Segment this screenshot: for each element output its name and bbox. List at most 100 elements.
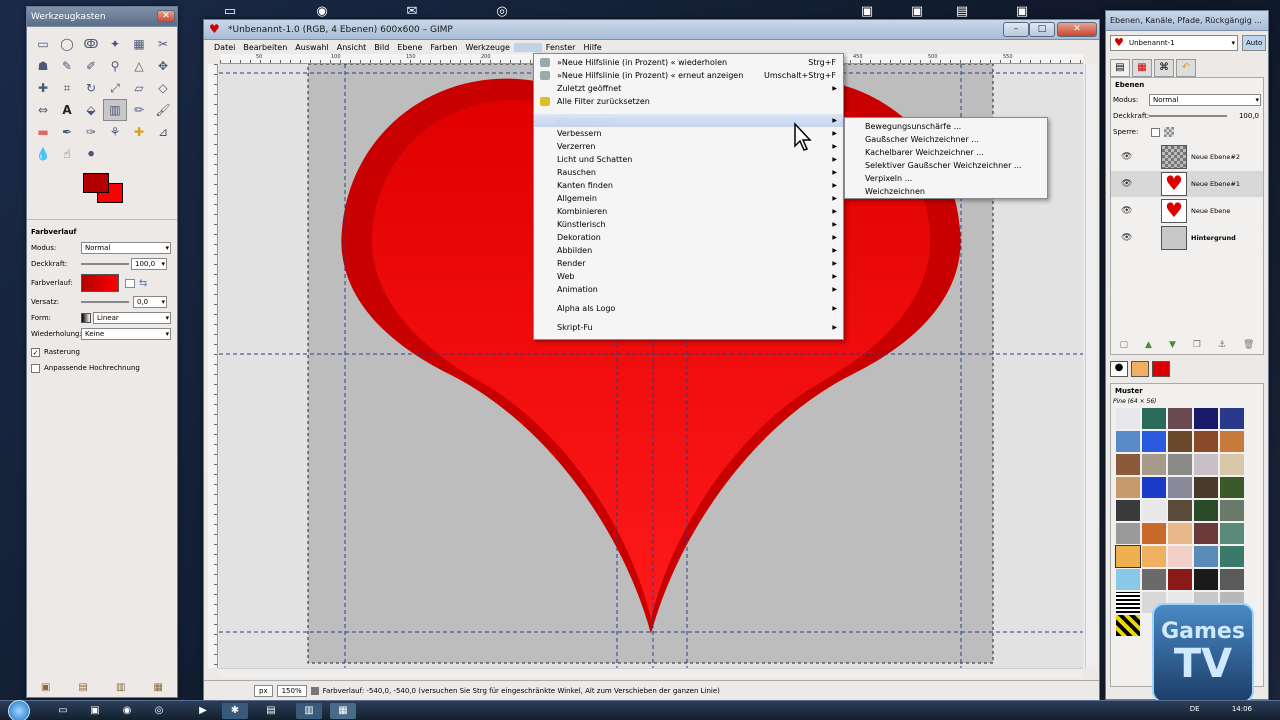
ink-tool-icon[interactable]: ✑ — [79, 121, 103, 143]
layer-opacity-value[interactable]: 100,0 — [1229, 112, 1259, 120]
menu-werkzeuge[interactable]: Werkzeuge — [462, 43, 514, 52]
wiederholung-select[interactable]: Keine — [81, 328, 171, 340]
pattern-swatch[interactable] — [1219, 499, 1245, 522]
hochrechnung-checkbox[interactable]: Anpassende Hochrechnung — [31, 360, 173, 376]
flip-tool-icon[interactable]: ⇔ — [31, 99, 55, 121]
pattern-swatch[interactable] — [1167, 545, 1193, 568]
pattern-swatch[interactable] — [1219, 407, 1245, 430]
pattern-swatch[interactable] — [1219, 453, 1245, 476]
pattern-swatch[interactable] — [1141, 407, 1167, 430]
gradient-tab-icon[interactable] — [1152, 361, 1170, 377]
pattern-swatch[interactable] — [1115, 568, 1141, 591]
pattern-swatch[interactable] — [1193, 453, 1219, 476]
pattern-swatch[interactable] — [1219, 568, 1245, 591]
menu-item-kuenstlerisch[interactable]: Künstlerisch ▶ — [534, 218, 843, 231]
modus-select[interactable]: Normal — [81, 242, 171, 254]
taskbar-app-icon[interactable]: ▤ — [258, 703, 284, 719]
eye-icon[interactable]: 👁 — [1121, 179, 1141, 189]
color-select-tool-icon[interactable]: ▦ — [127, 33, 151, 55]
pattern-swatch[interactable] — [1167, 453, 1193, 476]
tab-layers[interactable]: ▤ — [1110, 59, 1130, 77]
pattern-swatch[interactable] — [1141, 522, 1167, 545]
lasso-tool-icon[interactable]: ↂ — [79, 33, 103, 55]
perspective-clone-tool-icon[interactable]: ⊿ — [151, 121, 175, 143]
deckkraft-spin[interactable]: 100,0 — [131, 258, 167, 270]
eraser-tool-icon[interactable]: ▬ — [31, 121, 55, 143]
pattern-swatch[interactable] — [1167, 476, 1193, 499]
menu-item-licht-schatten[interactable]: Licht und Schatten ▶ — [534, 153, 843, 166]
submenu-item-kachelbarer-weichzeichner[interactable]: Kachelbarer Weichzeichner ... — [845, 146, 1047, 159]
submenu-item-selektiver-gaussscher[interactable]: Selektiver Gaußscher Weichzeichner ... — [845, 159, 1047, 172]
eye-icon[interactable]: 👁 — [1121, 152, 1141, 162]
pattern-swatch[interactable] — [1115, 430, 1141, 453]
pencil-tool-icon[interactable]: ✏ — [127, 99, 151, 121]
crop-tool-icon[interactable]: ⌗ — [55, 77, 79, 99]
taskbar-app-icon[interactable]: ▶ — [190, 703, 216, 719]
eye-icon[interactable]: 👁 — [1121, 233, 1141, 243]
restore-options-icon[interactable]: ▤ — [79, 682, 88, 693]
start-button[interactable] — [8, 700, 30, 720]
clock[interactable]: 14:06 — [1232, 705, 1252, 713]
taskbar-app-icon[interactable]: ▣ — [82, 703, 108, 719]
menu-farben[interactable]: Farben — [426, 43, 461, 52]
move-tool-icon[interactable]: ✥ — [151, 55, 175, 77]
vertical-ruler[interactable] — [208, 64, 218, 668]
menu-hilfe[interactable]: Hilfe — [579, 43, 605, 52]
pattern-swatch[interactable] — [1167, 568, 1193, 591]
menu-item-web[interactable]: Web ▶ — [534, 270, 843, 283]
menu-filter[interactable]: Filter — [513, 42, 542, 52]
form-select[interactable]: Linear — [93, 312, 171, 324]
pattern-swatch[interactable] — [1167, 430, 1193, 453]
pattern-swatch[interactable] — [1115, 476, 1141, 499]
pattern-swatch[interactable] — [1193, 568, 1219, 591]
menu-item-kanten-finden[interactable]: Kanten finden ▶ — [534, 179, 843, 192]
anchor-layer-icon[interactable]: ⚓ — [1218, 340, 1226, 350]
scissors-tool-icon[interactable]: ✂ — [151, 33, 175, 55]
pattern-swatch[interactable] — [1219, 522, 1245, 545]
pattern-swatch[interactable] — [1141, 453, 1167, 476]
pattern-swatch-selected[interactable] — [1115, 545, 1141, 568]
vertical-scrollbar[interactable] — [1085, 64, 1097, 668]
repeat-last-filter-item[interactable]: »Neue Hilfslinie (in Prozent) « wiederho… — [534, 56, 843, 69]
pattern-swatch[interactable] — [1115, 522, 1141, 545]
swap-icon[interactable]: ⇆ — [139, 278, 147, 289]
close-button[interactable]: ✕ — [1057, 22, 1097, 37]
pattern-swatch[interactable] — [1115, 614, 1141, 637]
blur-tool-icon[interactable]: 💧 — [31, 143, 55, 165]
versatz-spin[interactable]: 0,0 — [133, 296, 167, 308]
pattern-swatch[interactable] — [1115, 591, 1141, 614]
pattern-swatch[interactable] — [1167, 522, 1193, 545]
deckkraft-slider[interactable] — [81, 263, 129, 265]
image-window-titlebar[interactable]: ♥ *Unbenannt-1.0 (RGB, 4 Ebenen) 600x600… — [204, 20, 1099, 40]
pattern-swatch[interactable] — [1141, 568, 1167, 591]
heal-tool-icon[interactable]: ✚ — [127, 121, 151, 143]
pattern-swatch[interactable] — [1219, 430, 1245, 453]
pattern-swatch[interactable] — [1193, 499, 1219, 522]
layer-opacity-slider[interactable] — [1149, 115, 1227, 117]
menu-item-animation[interactable]: Animation ▶ — [534, 283, 843, 296]
raise-layer-icon[interactable]: ▲ — [1145, 340, 1152, 350]
bucket-fill-tool-icon[interactable]: ⬙ — [79, 99, 103, 121]
language-indicator[interactable]: DE — [1190, 705, 1200, 713]
menu-item-skript-fu[interactable]: Skript-Fu ▶ — [534, 321, 843, 334]
text-tool-icon[interactable]: A — [55, 99, 79, 121]
pattern-swatch[interactable] — [1219, 545, 1245, 568]
menu-item-allgemein[interactable]: Allgemein ▶ — [534, 192, 843, 205]
perspective-tool-icon[interactable]: ◇ — [151, 77, 175, 99]
menu-ansicht[interactable]: Ansicht — [333, 43, 371, 52]
clone-tool-icon[interactable]: ⚘ — [103, 121, 127, 143]
paths-tool-icon[interactable]: ✎ — [55, 55, 79, 77]
taskbar-app-icon[interactable]: ◎ — [146, 703, 172, 719]
measure-tool-icon[interactable]: △ — [127, 55, 151, 77]
fuzzy-select-tool-icon[interactable]: ✦ — [103, 33, 127, 55]
pattern-swatch[interactable] — [1141, 476, 1167, 499]
delete-layer-icon[interactable]: 🗑 — [1243, 340, 1254, 350]
align-tool-icon[interactable]: ✚ — [31, 77, 55, 99]
image-select[interactable]: ♥ Unbenannt-1 ▾ — [1110, 35, 1238, 51]
auto-button[interactable]: Auto — [1242, 35, 1267, 51]
toolbox-titlebar[interactable]: Werkzeugkasten ✕ — [27, 7, 177, 27]
menu-fenster[interactable]: Fenster — [542, 43, 580, 52]
zoom-select[interactable]: 150% — [276, 684, 307, 697]
tab-paths[interactable]: ⌘ — [1154, 59, 1174, 77]
layer-row[interactable]: 👁 Hintergrund — [1111, 225, 1263, 252]
